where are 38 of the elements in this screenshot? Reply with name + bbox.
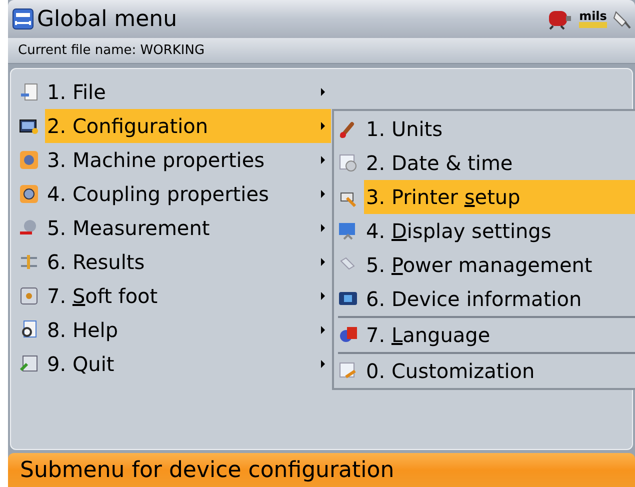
submenu-arrow-icon: [321, 156, 325, 164]
submenu-arrow-icon: [321, 326, 325, 334]
menu-item[interactable]: 3. Machine properties: [45, 143, 331, 177]
menu-item[interactable]: 6. Results: [45, 245, 331, 279]
flag-icon: [338, 325, 358, 345]
exit-icon: [19, 354, 39, 374]
file-name-label: Current file name: WORKING: [18, 42, 205, 60]
menu-item[interactable]: 4. Display settings: [364, 214, 635, 248]
menu-item[interactable]: 2. Configuration: [45, 109, 331, 143]
menu-item[interactable]: 5. Measurement: [45, 211, 331, 245]
menu-item[interactable]: 8. Help: [45, 313, 331, 347]
submenu-arrow-icon: [321, 292, 325, 300]
wrench-icon: [338, 361, 358, 381]
units-label: mils: [579, 10, 607, 22]
menu-item[interactable]: 1. File: [45, 75, 331, 109]
menu-item[interactable]: 1. Units: [364, 112, 635, 146]
window-title: Global menu: [37, 6, 178, 34]
menu-item[interactable]: 4. Coupling properties: [45, 177, 331, 211]
motor-icon: [547, 8, 573, 30]
clock-icon: [338, 153, 358, 173]
menu-item[interactable]: 0. Customization: [364, 354, 635, 388]
menu-item[interactable]: 9. Quit: [45, 347, 331, 381]
menu-item[interactable]: 7. Language: [364, 318, 635, 352]
submenu-arrow-icon: [321, 258, 325, 266]
submenu-arrow-icon: [321, 122, 325, 130]
submenu-arrow-icon: [321, 360, 325, 368]
menu-item[interactable]: 5. Power management: [364, 248, 635, 282]
menu-item[interactable]: 7. Soft foot: [45, 279, 331, 313]
results-icon: [19, 252, 39, 272]
dim-logo-icon: [12, 8, 34, 30]
submenu-arrow-icon: [321, 224, 325, 232]
submenu-arrow-icon: [321, 88, 325, 96]
submenu-arrow-icon: [321, 190, 325, 198]
menu-item[interactable]: 3. Printer setup: [364, 180, 635, 214]
document-icon: [19, 82, 39, 102]
menu-item[interactable]: 6. Device information: [364, 282, 635, 316]
menu-item[interactable]: 2. Date & time: [364, 146, 635, 180]
status-text: Submenu for device configuration: [20, 456, 394, 484]
